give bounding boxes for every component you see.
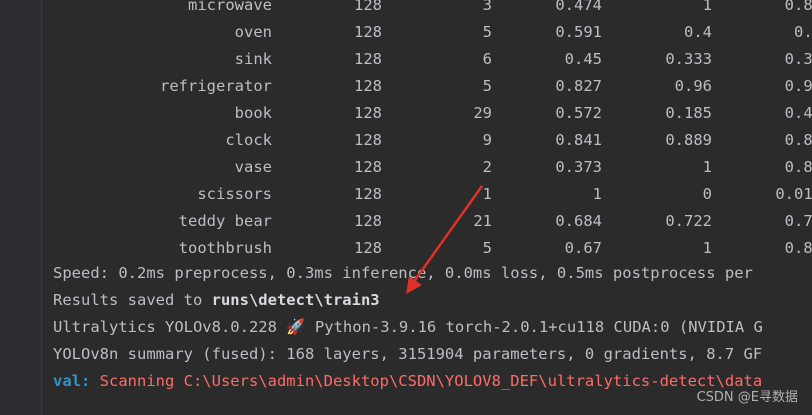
map50-cell: 0.88 — [784, 131, 812, 149]
images-cell: 128 — [354, 239, 382, 257]
instances-cell: 29 — [473, 104, 492, 122]
instances-cell: 6 — [482, 50, 492, 68]
instances-cell: 5 — [482, 239, 492, 257]
class-name-cell: teddy bear — [178, 212, 272, 230]
recall-cell: 0.4 — [684, 23, 712, 41]
class-name-cell: microwave — [188, 0, 272, 14]
class-name-cell: clock — [225, 131, 272, 149]
val-scanning-line: val: Scanning C:\Users\admin\Desktop\CSD… — [53, 368, 762, 395]
results-path: runs\detect\train3 — [211, 291, 380, 309]
precision-cell: 0.373 — [555, 158, 602, 176]
precision-cell: 0.474 — [555, 0, 602, 14]
class-name-cell: scissors — [197, 185, 272, 203]
precision-cell: 0.841 — [555, 131, 602, 149]
val-prefix: val: — [53, 372, 91, 390]
recall-cell: 1 — [702, 0, 712, 14]
images-cell: 128 — [354, 104, 382, 122]
ultralytics-version-line: Ultralytics YOLOv8.0.228 🚀 Python-3.9.16… — [53, 318, 763, 336]
images-cell: 128 — [354, 212, 382, 230]
precision-cell: 0.572 — [555, 104, 602, 122]
recall-cell: 1 — [702, 239, 712, 257]
precision-cell: 0.67 — [564, 239, 602, 257]
class-name-cell: refrigerator — [160, 77, 272, 95]
images-cell: 128 — [354, 185, 382, 203]
instances-cell: 5 — [482, 77, 492, 95]
class-name-cell: toothbrush — [178, 239, 272, 257]
class-name-cell: book — [234, 104, 272, 122]
precision-cell: 0.591 — [555, 23, 602, 41]
speed-line: Speed: 0.2ms preprocess, 0.3ms inference… — [53, 264, 753, 282]
map50-cell: 0.82 — [784, 158, 812, 176]
run-console-output[interactable]: microwave12830.47410.88oven12850.5910.40… — [42, 0, 812, 415]
class-name-cell: vase — [234, 158, 272, 176]
map50-cell: 0.89 — [784, 239, 812, 257]
recall-cell: 0.722 — [665, 212, 712, 230]
precision-cell: 0.684 — [555, 212, 602, 230]
images-cell: 128 — [354, 77, 382, 95]
instances-cell: 3 — [482, 0, 492, 14]
recall-cell: 0.889 — [665, 131, 712, 149]
recall-cell: 0.185 — [665, 104, 712, 122]
csdn-watermark: CSDN @E寻数据 — [696, 390, 798, 405]
images-cell: 128 — [354, 131, 382, 149]
map50-cell: 0.38 — [784, 50, 812, 68]
recall-cell: 0 — [702, 185, 712, 203]
instances-cell: 21 — [473, 212, 492, 230]
class-name-cell: oven — [234, 23, 272, 41]
map50-cell: 0.41 — [784, 104, 812, 122]
instances-cell: 5 — [482, 23, 492, 41]
map50-cell: 0.5 — [794, 23, 812, 41]
map50-cell: 0.019 — [775, 185, 812, 203]
results-saved-line: Results saved to runs\detect\train3 — [53, 287, 380, 314]
instances-cell: 9 — [482, 131, 492, 149]
instances-cell: 2 — [482, 158, 492, 176]
images-cell: 128 — [354, 23, 382, 41]
model-summary-line: YOLOv8n summary (fused): 168 layers, 315… — [53, 345, 763, 363]
results-prefix: Results saved to — [53, 291, 212, 309]
images-cell: 128 — [354, 50, 382, 68]
images-cell: 128 — [354, 0, 382, 14]
precision-cell: 0.45 — [564, 50, 602, 68]
map50-cell: 0.88 — [784, 0, 812, 14]
recall-cell: 0.333 — [665, 50, 712, 68]
images-cell: 128 — [354, 158, 382, 176]
class-name-cell: sink — [234, 50, 272, 68]
map50-cell: 0.96 — [784, 77, 812, 95]
recall-cell: 1 — [702, 158, 712, 176]
instances-cell: 1 — [482, 185, 492, 203]
map50-cell: 0.76 — [784, 212, 812, 230]
recall-cell: 0.96 — [674, 77, 712, 95]
precision-cell: 1 — [592, 185, 602, 203]
editor-gutter — [0, 0, 42, 415]
precision-cell: 0.827 — [555, 77, 602, 95]
val-scanning-text: Scanning C:\Users\admin\Desktop\CSDN\YOL… — [90, 372, 763, 390]
